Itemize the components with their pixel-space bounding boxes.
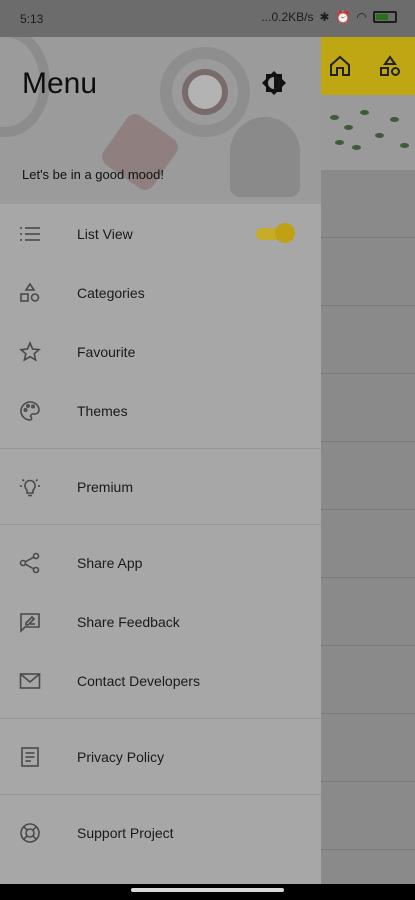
share-icon <box>19 552 40 573</box>
home-icon[interactable] <box>328 54 352 78</box>
feedback-icon <box>20 612 40 633</box>
list-icon <box>20 226 40 241</box>
menu-item-label: Categories <box>77 284 145 301</box>
status-bar: 5:13 ...0.2KB/s ✱ ⏰ ◠ <box>0 0 415 37</box>
menu-item-list-view[interactable]: List View <box>0 204 321 263</box>
menu-item-favourite[interactable]: Favourite <box>0 322 321 381</box>
drawer-menu: List View Categories Favourite Themes Pr… <box>0 204 321 862</box>
menu-item-label: Contact Developers <box>77 672 200 689</box>
drawer-tagline: Let's be in a good mood! <box>22 167 164 182</box>
status-time: 5:13 <box>20 12 44 26</box>
categories-icon[interactable] <box>378 54 402 78</box>
document-icon <box>21 746 39 767</box>
menu-item-label: Privacy Policy <box>77 748 165 765</box>
network-speed: ...0.2KB/s <box>261 10 314 24</box>
menu-item-privacy-policy[interactable]: Privacy Policy <box>0 727 321 786</box>
menu-item-share-feedback[interactable]: Share Feedback <box>0 592 321 651</box>
menu-divider <box>0 718 321 719</box>
star-icon <box>19 340 41 362</box>
system-nav-bar <box>0 884 415 900</box>
menu-divider <box>0 524 321 525</box>
palette-icon <box>20 400 40 421</box>
menu-divider <box>0 794 321 795</box>
menu-divider <box>0 448 321 449</box>
bulb-icon <box>20 478 40 496</box>
menu-item-themes[interactable]: Themes <box>0 381 321 440</box>
alarm-icon: ⏰ <box>335 10 351 24</box>
menu-item-label: Share Feedback <box>77 613 180 630</box>
menu-item-label: Support Project <box>77 824 174 841</box>
support-icon <box>20 822 40 843</box>
menu-item-share-app[interactable]: Share App <box>0 533 321 592</box>
menu-item-premium[interactable]: Premium <box>0 457 321 516</box>
menu-item-label: List View <box>77 225 133 242</box>
background-list <box>320 170 415 850</box>
theme-toggle-icon[interactable] <box>261 70 287 96</box>
menu-item-categories[interactable]: Categories <box>0 263 321 322</box>
list-view-toggle[interactable] <box>256 223 295 243</box>
menu-item-label: Share App <box>77 554 143 571</box>
categories-icon <box>20 282 40 302</box>
wifi-icon: ◠ <box>356 10 367 24</box>
hero-image <box>320 95 415 170</box>
home-gesture-handle[interactable] <box>131 888 284 892</box>
app-bar <box>320 37 415 95</box>
battery-icon <box>373 11 397 23</box>
mail-icon <box>19 672 41 689</box>
drawer-header: Menu Let's be in a good mood! <box>0 37 321 204</box>
menu-item-support-project[interactable]: Support Project <box>0 803 321 862</box>
menu-item-label: Themes <box>77 402 128 419</box>
drawer-title: Menu <box>22 67 98 100</box>
bluetooth-icon: ✱ <box>319 10 330 24</box>
navigation-drawer: Menu Let's be in a good mood! List View … <box>0 37 321 884</box>
menu-item-label: Premium <box>77 478 134 495</box>
menu-item-label: Favourite <box>77 343 136 360</box>
menu-item-contact-developers[interactable]: Contact Developers <box>0 651 321 710</box>
